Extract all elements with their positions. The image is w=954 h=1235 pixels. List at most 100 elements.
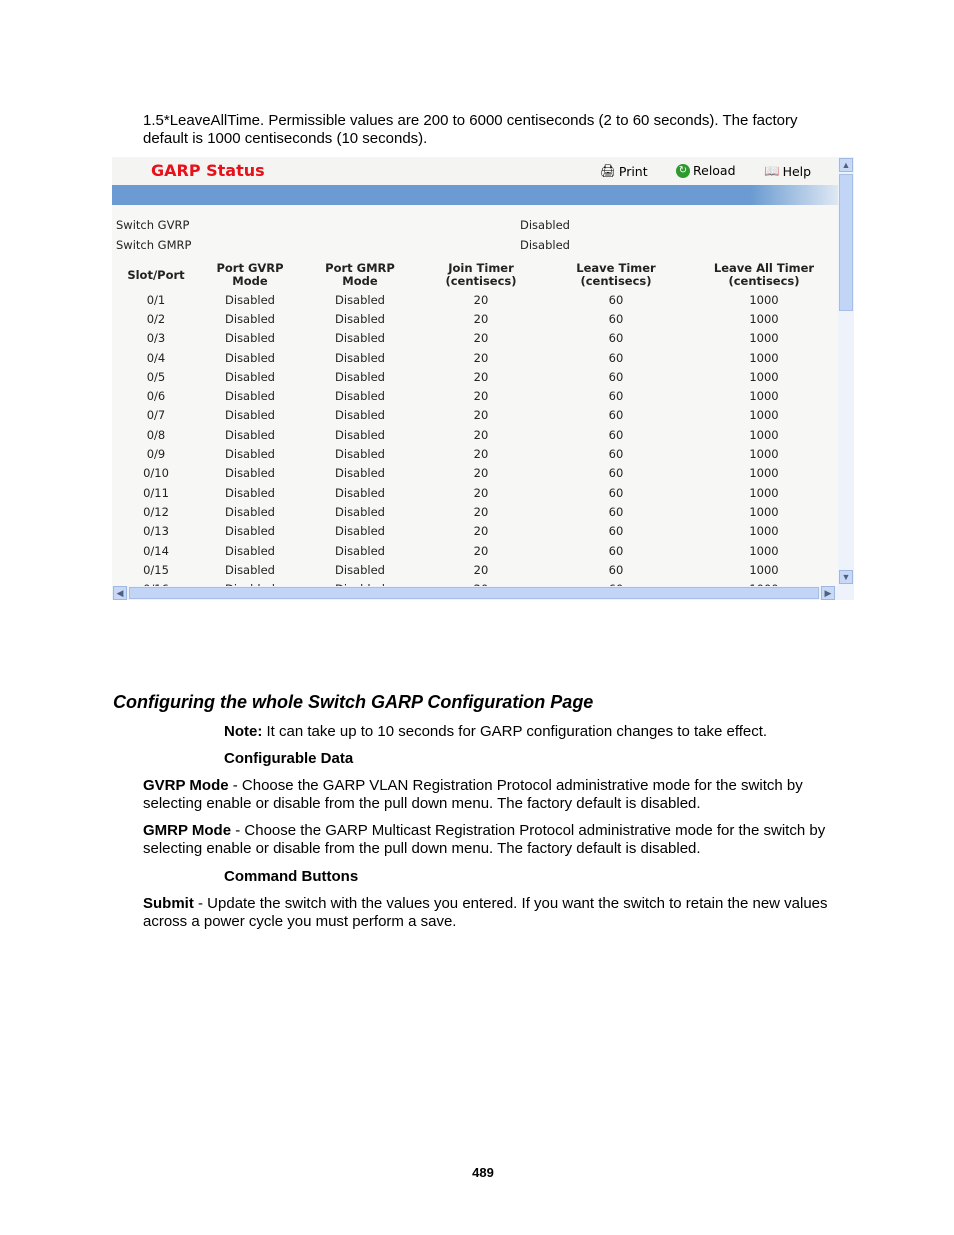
table-cell: 1000 <box>749 369 779 384</box>
table-cell: 1000 <box>749 350 779 365</box>
print-button[interactable]: 🖨 Print <box>600 163 648 179</box>
table-row: 0/13 Disabled Disabled 20 60 1000 <box>112 522 838 541</box>
table-cell: Disabled <box>335 350 385 365</box>
switch-gvrp-value: Disabled <box>520 218 570 232</box>
table-cell: 60 <box>608 292 624 307</box>
table-cell: 20 <box>473 369 489 384</box>
table-cell: 0/2 <box>146 311 166 326</box>
note-text: It can take up to 10 seconds for GARP co… <box>262 723 768 740</box>
table-cell: Disabled <box>225 311 275 326</box>
table-cell: 60 <box>608 389 624 404</box>
vertical-scrollbar[interactable]: ▲ ▼ <box>838 157 854 586</box>
table-cell: Disabled <box>335 292 385 307</box>
panel-title: GARP Status <box>151 161 265 180</box>
table-cell: 20 <box>473 447 489 462</box>
table-cell: 0/14 <box>143 543 169 558</box>
note-label: Note: <box>224 723 263 740</box>
scroll-right-button[interactable]: ▶ <box>821 586 835 600</box>
scroll-down-button[interactable]: ▼ <box>839 570 853 584</box>
table-cell: Disabled <box>225 504 275 519</box>
table-cell: 60 <box>608 427 624 442</box>
table-row: 0/5 Disabled Disabled 20 60 1000 <box>112 367 838 386</box>
table-cell: 0/7 <box>146 408 166 423</box>
table-cell: 0/9 <box>146 447 166 462</box>
table-cell: 1000 <box>749 524 779 539</box>
table-cell: 20 <box>473 408 489 423</box>
scroll-up-button[interactable]: ▲ <box>839 158 853 172</box>
table-cell: Disabled <box>335 389 385 404</box>
table-row: 0/3 Disabled Disabled 20 60 1000 <box>112 329 838 348</box>
column-header-line: (centisecs) <box>445 274 517 288</box>
table-cell: 20 <box>473 485 489 500</box>
table-cell: 1000 <box>749 562 779 577</box>
table-cell: 60 <box>608 447 624 462</box>
vertical-scroll-thumb[interactable] <box>839 174 853 311</box>
table-cell: 1000 <box>749 331 779 346</box>
printer-icon: 🖨 <box>600 163 616 178</box>
table-cell: 20 <box>473 562 489 577</box>
table-cell: 0/4 <box>146 350 166 365</box>
table-cell: Disabled <box>335 543 385 558</box>
table-row: 0/2 Disabled Disabled 20 60 1000 <box>112 309 838 328</box>
table-row: 0/8 Disabled Disabled 20 60 1000 <box>112 425 838 444</box>
table-cell: Disabled <box>335 331 385 346</box>
help-button[interactable]: 📖 Help <box>764 163 811 179</box>
table-cell: Disabled <box>335 562 385 577</box>
table-cell: 0/15 <box>143 562 169 577</box>
table-cell: 20 <box>473 292 489 307</box>
table-cell: Disabled <box>225 408 275 423</box>
table-row: 0/14 Disabled Disabled 20 60 1000 <box>112 541 838 560</box>
table-cell: Disabled <box>225 485 275 500</box>
column-header: Join Timer (centisecs) <box>420 260 542 290</box>
column-header-line: Slot/Port <box>127 267 185 282</box>
table-cell: 1000 <box>749 292 779 307</box>
command-buttons-heading: Command Buttons <box>224 868 359 885</box>
switch-gmrp-label: Switch GMRP <box>116 238 192 252</box>
gmrp-term: GMRP Mode <box>143 822 232 839</box>
table-cell: 0/3 <box>146 331 166 346</box>
column-header: Port GVRP Mode <box>200 260 300 290</box>
table-cell: Disabled <box>335 485 385 500</box>
table-cell: 60 <box>608 524 624 539</box>
table-cell: 60 <box>608 408 624 423</box>
print-label: Print <box>618 163 648 179</box>
table-cell: 60 <box>608 543 624 558</box>
gmrp-text: - Choose the GARP Multicast Registration… <box>143 822 826 857</box>
table-cell: 0/11 <box>143 485 169 500</box>
gvrp-term: GVRP Mode <box>143 777 229 794</box>
table-row: 0/7 Disabled Disabled 20 60 1000 <box>112 406 838 425</box>
table-cell: Disabled <box>335 311 385 326</box>
table-cell: 60 <box>608 350 624 365</box>
table-cell: 20 <box>473 350 489 365</box>
table-cell: 20 <box>473 311 489 326</box>
horizontal-scrollbar[interactable]: ◀ ▶ <box>112 586 854 600</box>
help-label: Help <box>782 163 812 179</box>
table-cell: 1000 <box>749 485 779 500</box>
table-cell: Disabled <box>335 524 385 539</box>
table-row: 0/15 Disabled Disabled 20 60 1000 <box>112 560 838 579</box>
horizontal-scroll-thumb[interactable] <box>129 587 819 599</box>
table-cell: 1000 <box>749 311 779 326</box>
table-row: 0/9 Disabled Disabled 20 60 1000 <box>112 444 838 463</box>
table-cell: 60 <box>608 485 624 500</box>
reload-button[interactable]: ↻ Reload <box>676 163 736 178</box>
table-cell: 1000 <box>749 543 779 558</box>
table-cell: 1000 <box>749 427 779 442</box>
table-cell: Disabled <box>335 369 385 384</box>
scroll-left-button[interactable]: ◀ <box>113 586 127 600</box>
table-cell: 60 <box>608 369 624 384</box>
table-cell: 0/10 <box>143 466 169 481</box>
table-cell: Disabled <box>335 408 385 423</box>
table-cell: 20 <box>473 543 489 558</box>
help-book-icon: 📖 <box>764 163 780 178</box>
table-row: 0/11 Disabled Disabled 20 60 1000 <box>112 483 838 502</box>
table-cell: 20 <box>473 389 489 404</box>
table-cell: 20 <box>473 524 489 539</box>
table-cell: 60 <box>608 311 624 326</box>
column-header: Port GMRP Mode <box>300 260 420 290</box>
table-cell: 0/1 <box>146 292 166 307</box>
reload-label: Reload <box>693 163 736 178</box>
table-row: 0/1 Disabled Disabled 20 60 1000 <box>112 290 838 309</box>
table-cell: 0/5 <box>146 369 166 384</box>
table-cell: Disabled <box>225 427 275 442</box>
